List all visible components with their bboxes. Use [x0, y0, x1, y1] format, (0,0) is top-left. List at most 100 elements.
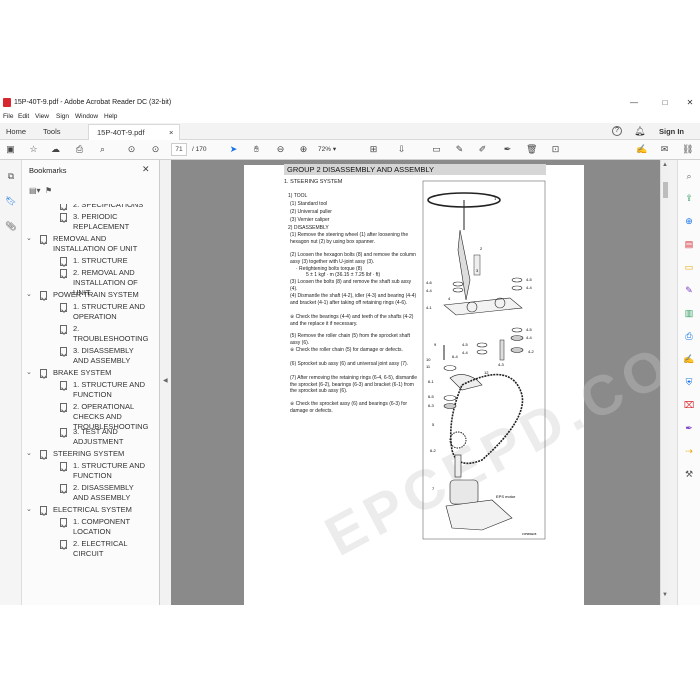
edit-pdf-icon[interactable]: ✎: [683, 284, 695, 296]
chevron-down-icon[interactable]: ⌄: [26, 234, 34, 244]
bookmark-item[interactable]: 3. PERIODIC REPLACEMENT: [22, 212, 150, 232]
bookmark-label: 1. COMPONENT LOCATION: [73, 517, 130, 536]
send-track-icon[interactable]: ⇢: [683, 445, 695, 457]
bookmark-item[interactable]: 3. DISASSEMBLY AND ASSEMBLY: [22, 346, 150, 366]
bookmark-item[interactable]: 2. DISASSEMBLY AND ASSEMBLY: [22, 483, 150, 503]
bookmark-item[interactable]: 2. TROUBLESHOOTING: [22, 324, 150, 343]
next-page-icon[interactable]: ⊙: [150, 144, 161, 155]
bookmark-label: 1. STRUCTURE AND FUNCTION: [73, 461, 146, 480]
menu-file[interactable]: File: [3, 113, 13, 120]
page-view-icon[interactable]: ⊞: [368, 144, 379, 155]
bookmark-options-button[interactable]: ▤▾ ⚑: [29, 186, 69, 199]
highlight-pen-icon[interactable]: ✎: [454, 144, 465, 155]
bookmark-item[interactable]: 2. REMOVAL AND INSTALLATION OF UNIT: [22, 268, 150, 297]
draw-icon[interactable]: ✐: [477, 144, 488, 155]
bookmark-item[interactable]: ⌄ ELECTRICAL SYSTEM: [22, 505, 150, 515]
menu-window[interactable]: Window: [75, 113, 98, 120]
callout-4-5a: 4-5: [526, 277, 533, 282]
share-link-icon[interactable]: ⛓: [682, 144, 693, 155]
bookmark-item[interactable]: 2. ELECTRICAL CIRCUIT: [22, 539, 150, 558]
bookmark-item[interactable]: 2. OPERATIONAL CHECKS AND TROUBLESHOOTIN…: [22, 402, 150, 431]
menu-view[interactable]: View: [35, 113, 49, 120]
select-cursor-icon[interactable]: ➤: [228, 144, 239, 155]
organize-pages-icon[interactable]: ▥: [683, 307, 695, 319]
left-nav-rail: ⧉ 🔖︎ 📎︎: [0, 160, 22, 605]
bookmark-item[interactable]: ⌄ STEERING SYSTEM: [22, 449, 150, 459]
minimize-button[interactable]: —: [624, 97, 644, 109]
zoom-in-icon[interactable]: ⊕: [298, 144, 309, 155]
bookmark-icon: [60, 381, 67, 390]
scroll-mode-icon[interactable]: ⇩: [396, 144, 407, 155]
attachments-icon[interactable]: 📎︎: [5, 220, 17, 232]
fill-sign-tool-icon[interactable]: ✍: [683, 353, 695, 365]
fill-sign-icon[interactable]: ✍: [636, 144, 647, 155]
scan-ocr-icon[interactable]: ⎙: [683, 330, 695, 342]
help-icon[interactable]: ?: [612, 126, 622, 136]
bookmark-star-icon[interactable]: ☆: [28, 144, 39, 155]
zoom-out-icon[interactable]: ⊖: [275, 144, 286, 155]
search-tool-icon[interactable]: ⌕: [683, 170, 695, 182]
bookmark-item[interactable]: 1. STRUCTURE AND OPERATION: [22, 302, 150, 322]
comment-icon[interactable]: ▭: [431, 144, 442, 155]
chevron-down-icon[interactable]: ⌄: [26, 368, 34, 378]
document-scrollbar[interactable]: ▲ ▼: [660, 160, 669, 605]
create-pdf-icon[interactable]: ⊕: [683, 215, 695, 227]
sign-icon[interactable]: ✒: [502, 144, 513, 155]
bookmark-label: ELECTRICAL SYSTEM: [53, 505, 132, 514]
bookmark-item[interactable]: 3. TEST AND ADJUSTMENT: [22, 427, 150, 447]
callout-eps-motor: EPS motor: [496, 494, 516, 499]
scroll-up-icon[interactable]: ▲: [662, 162, 668, 168]
zoom-level-select[interactable]: 72% ▾: [318, 144, 348, 156]
hand-tool-icon[interactable]: ✋︎: [251, 144, 262, 155]
export-pdf-icon[interactable]: ⇪: [683, 192, 695, 204]
more-tools-icon[interactable]: ⚒: [683, 468, 695, 480]
sign-in-button[interactable]: Sign In: [659, 127, 684, 136]
prev-page-icon[interactable]: ⊙: [126, 144, 137, 155]
bell-icon[interactable]: 🔔︎: [634, 126, 645, 137]
scroll-down-icon[interactable]: ▼: [662, 592, 668, 598]
upload-cloud-icon[interactable]: ☁: [50, 144, 61, 155]
menu-sign[interactable]: Sign: [56, 113, 69, 120]
redact-icon[interactable]: ⌧: [683, 399, 695, 411]
bookmark-item[interactable]: ⌄ BRAKE SYSTEM: [22, 368, 150, 378]
bookmark-item[interactable]: 1. STRUCTURE AND FUNCTION: [22, 461, 150, 481]
procedure-line: 2) DISASSEMBLY: [288, 225, 329, 231]
page-thumbnails-icon[interactable]: ⧉: [5, 170, 17, 182]
tab-home[interactable]: Home: [6, 127, 26, 136]
tab-tools[interactable]: Tools: [43, 127, 61, 136]
delete-icon[interactable]: 🗑︎: [526, 144, 537, 155]
close-tab-icon[interactable]: ×: [169, 128, 173, 137]
collapse-left-icon[interactable]: ◀: [163, 377, 168, 384]
comment-tool-icon[interactable]: ▭: [683, 261, 695, 273]
chevron-down-icon[interactable]: ⌄: [26, 449, 34, 459]
bookmark-item[interactable]: 1. COMPONENT LOCATION: [22, 517, 150, 537]
bookmark-item[interactable]: ⌄ POWER TRAIN SYSTEM: [22, 290, 150, 300]
request-signature-icon[interactable]: ✒: [683, 422, 695, 434]
bookmarks-panel-icon[interactable]: 🔖︎: [5, 195, 17, 207]
scroll-thumb[interactable]: [663, 182, 668, 198]
save-icon[interactable]: ▣: [5, 144, 16, 155]
bookmark-item[interactable]: 1. STRUCTURE AND FUNCTION: [22, 380, 150, 400]
callout-4-4a: 4-4: [526, 285, 533, 290]
bookmark-item[interactable]: 2. SPECIFICATIONS: [22, 204, 150, 210]
menu-edit[interactable]: Edit: [18, 113, 29, 120]
close-panel-icon[interactable]: ✕: [142, 164, 150, 175]
bookmark-item[interactable]: ⌄ REMOVAL AND INSTALLATION OF UNIT: [22, 234, 150, 254]
protect-icon[interactable]: ⛨: [683, 376, 695, 388]
share-email-icon[interactable]: ✉: [659, 144, 670, 155]
bookmark-label: STEERING SYSTEM: [53, 449, 125, 458]
chevron-down-icon[interactable]: ⌄: [26, 505, 34, 515]
procedure-line: ※ Check the roller chain (5) for damage …: [290, 347, 403, 353]
close-window-button[interactable]: ✕: [680, 97, 700, 109]
organize-icon[interactable]: ⊡: [550, 144, 561, 155]
tab-document[interactable]: 15P-40T-9.pdf ×: [88, 124, 180, 140]
combine-files-icon[interactable]: ▤: [683, 238, 695, 250]
maximize-button[interactable]: □: [655, 97, 675, 109]
procedure-line: (6) Sprocket sub assy (6) and universal …: [290, 361, 409, 367]
bookmark-item[interactable]: 1. STRUCTURE: [22, 256, 150, 266]
print-icon[interactable]: ⎙: [74, 144, 85, 155]
page-number-input[interactable]: 71: [171, 143, 187, 156]
search-icon[interactable]: ⌕: [97, 144, 108, 155]
chevron-down-icon[interactable]: ⌄: [26, 290, 34, 300]
menu-help[interactable]: Help: [104, 113, 117, 120]
